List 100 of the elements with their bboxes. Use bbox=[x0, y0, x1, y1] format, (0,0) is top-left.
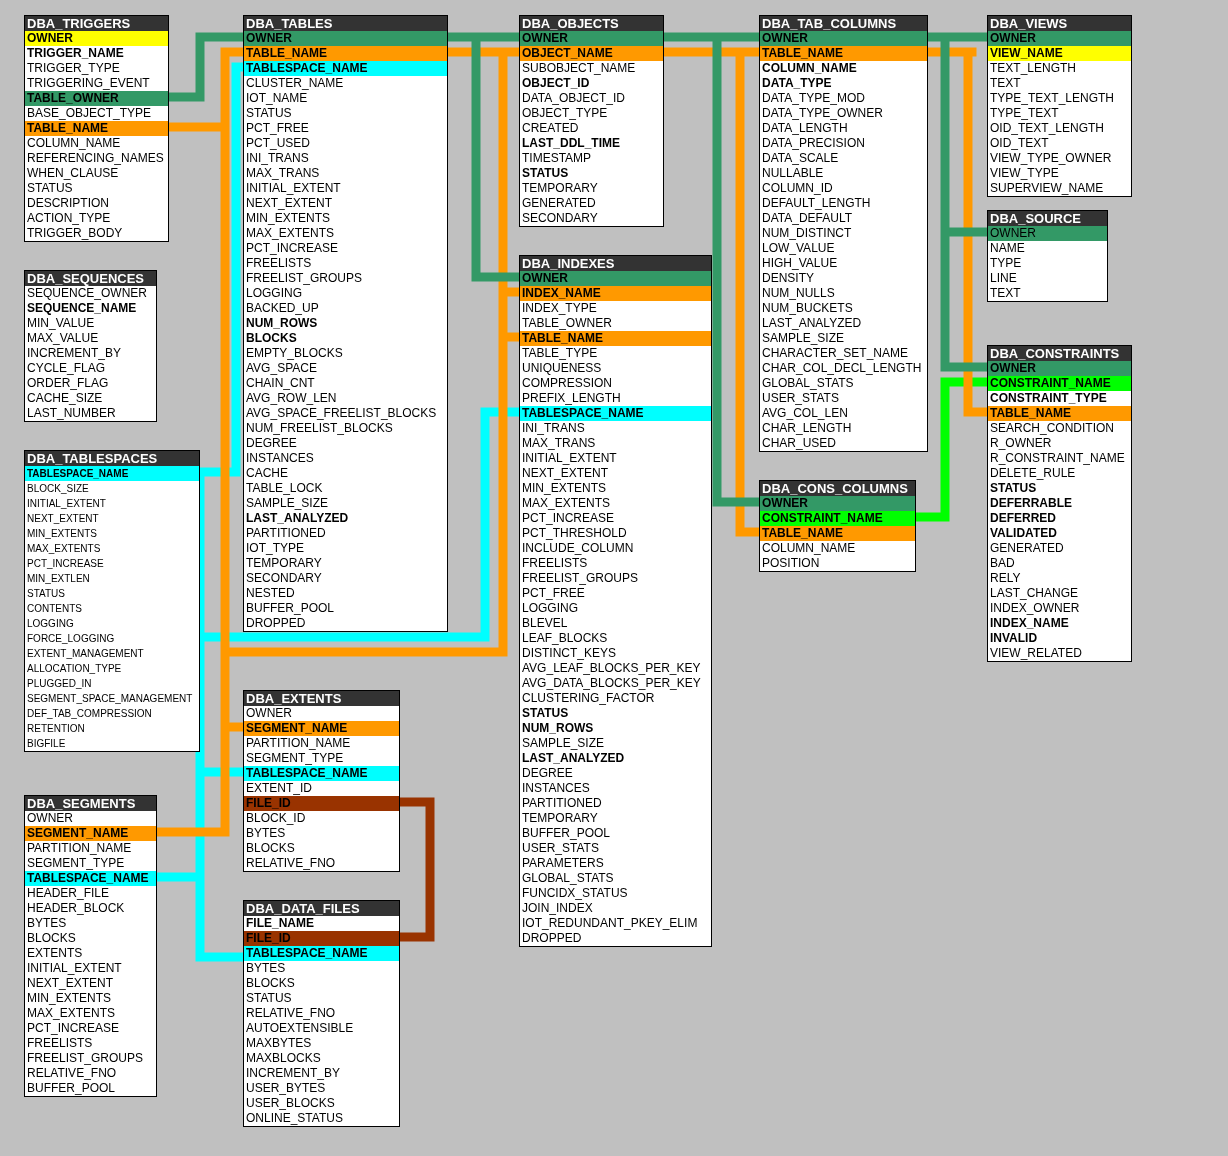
column-name: TYPE_TEXT bbox=[989, 106, 1060, 121]
column-name: NESTED bbox=[245, 586, 296, 601]
column-name: OWNER bbox=[760, 31, 927, 46]
column-name: FREELIST_GROUPS bbox=[26, 1051, 145, 1066]
column-name: STATUS bbox=[26, 181, 74, 196]
column-name: INSTANCES bbox=[521, 781, 591, 796]
column-name: GENERATED bbox=[521, 196, 597, 211]
column-name: BACKED_UP bbox=[245, 301, 320, 316]
column-name: TABLE_NAME bbox=[25, 121, 168, 136]
column-name: CHARACTER_SET_NAME bbox=[761, 346, 910, 361]
column-name: TRIGGER_BODY bbox=[26, 226, 124, 241]
column-name: DELETE_RULE bbox=[989, 466, 1077, 481]
column-name: TABLE_NAME bbox=[760, 526, 915, 541]
column-name: CACHE_SIZE bbox=[26, 391, 104, 406]
column-name: TABLESPACE_NAME bbox=[244, 766, 399, 781]
column-name: AVG_SPACE bbox=[245, 361, 318, 376]
column-name: VIEW_TYPE bbox=[989, 166, 1060, 181]
column-name: SECONDARY bbox=[521, 211, 599, 226]
column-name: OID_TEXT bbox=[989, 136, 1050, 151]
column-name: MIN_VALUE bbox=[26, 316, 96, 331]
column-name: DATA_TYPE_OWNER bbox=[761, 106, 884, 121]
column-name: BLOCKS bbox=[245, 331, 298, 346]
column-name: PCT_USED bbox=[245, 136, 311, 151]
column-name: OBJECT_NAME bbox=[520, 46, 663, 61]
column-name: INSTANCES bbox=[245, 451, 315, 466]
column-name: AVG_SPACE_FREELIST_BLOCKS bbox=[245, 406, 438, 421]
column-name: DEGREE bbox=[245, 436, 298, 451]
column-name: BYTES bbox=[245, 961, 287, 976]
table-title: DBA_TAB_COLUMNS bbox=[760, 16, 927, 31]
column-name: CHAIN_CNT bbox=[245, 376, 316, 391]
column-name: MAX_TRANS bbox=[521, 436, 597, 451]
column-name: MAX_EXTENTS bbox=[26, 1006, 117, 1021]
column-name: NAME bbox=[989, 241, 1026, 256]
column-name: VIEW_RELATED bbox=[989, 646, 1083, 661]
column-name: VALIDATED bbox=[989, 526, 1058, 541]
column-name: PCT_FREE bbox=[521, 586, 586, 601]
column-name: TEMPORARY bbox=[521, 811, 599, 826]
column-name: STATUS bbox=[521, 166, 570, 181]
table-title: DBA_INDEXES bbox=[520, 256, 711, 271]
table-title: DBA_DATA_FILES bbox=[244, 901, 399, 916]
column-name: CONSTRAINT_NAME bbox=[760, 511, 915, 526]
column-name: FREELISTS bbox=[245, 256, 313, 271]
column-name: BUFFER_POOL bbox=[26, 1081, 117, 1096]
column-name: MIN_EXTENTS bbox=[521, 481, 607, 496]
column-name: BYTES bbox=[26, 916, 68, 931]
column-name: SEGMENT_NAME bbox=[244, 721, 399, 736]
column-name: TABLE_TYPE bbox=[521, 346, 599, 361]
column-name: OBJECT_ID bbox=[521, 76, 591, 91]
column-name: PCT_INCREASE bbox=[26, 1021, 121, 1036]
column-name: FREELIST_GROUPS bbox=[245, 271, 364, 286]
column-name: AVG_DATA_BLOCKS_PER_KEY bbox=[521, 676, 702, 691]
table-title: DBA_SEGMENTS bbox=[25, 796, 156, 811]
column-name: TABLE_NAME bbox=[520, 331, 711, 346]
column-name: OWNER bbox=[26, 811, 74, 826]
column-name: TEXT bbox=[989, 286, 1022, 301]
column-name: OWNER bbox=[520, 271, 711, 286]
column-name: CONTENTS bbox=[26, 602, 83, 616]
column-name: SAMPLE_SIZE bbox=[761, 331, 846, 346]
column-name: GLOBAL_STATS bbox=[761, 376, 855, 391]
column-name: TABLESPACE_NAME bbox=[244, 61, 447, 76]
column-name: AVG_LEAF_BLOCKS_PER_KEY bbox=[521, 661, 702, 676]
table-title: DBA_TRIGGERS bbox=[25, 16, 168, 31]
column-name: CHAR_LENGTH bbox=[761, 421, 853, 436]
column-name: INI_TRANS bbox=[245, 151, 310, 166]
column-name: HIGH_VALUE bbox=[761, 256, 839, 271]
column-name: R_CONSTRAINT_NAME bbox=[989, 451, 1126, 466]
column-name: PCT_FREE bbox=[245, 121, 310, 136]
column-name: PARTITIONED bbox=[245, 526, 327, 541]
column-name: SEARCH_CONDITION bbox=[989, 421, 1115, 436]
column-name: PCT_THRESHOLD bbox=[521, 526, 628, 541]
column-name: MIN_EXTENTS bbox=[26, 991, 112, 1006]
column-name: BIGFILE bbox=[26, 737, 67, 751]
column-name: TABLE_OWNER bbox=[521, 316, 613, 331]
column-name: NEXT_EXTENT bbox=[245, 196, 333, 211]
column-name: MAX_TRANS bbox=[245, 166, 321, 181]
column-name: INDEX_NAME bbox=[989, 616, 1070, 631]
column-name: LOW_VALUE bbox=[761, 241, 836, 256]
column-name: INDEX_TYPE bbox=[521, 301, 598, 316]
column-name: COLUMN_ID bbox=[761, 181, 834, 196]
column-name: OBJECT_TYPE bbox=[521, 106, 609, 121]
table-title: DBA_EXTENTS bbox=[244, 691, 399, 706]
column-name: DEGREE bbox=[521, 766, 574, 781]
table-title: DBA_SEQUENCES bbox=[25, 271, 156, 286]
column-name: PARTITION_NAME bbox=[245, 736, 352, 751]
column-name: OWNER bbox=[245, 706, 293, 721]
column-name: OWNER bbox=[988, 361, 1131, 376]
column-name: COLUMN_NAME bbox=[761, 541, 857, 556]
column-name: FREELIST_GROUPS bbox=[521, 571, 640, 586]
column-name: DEFERRABLE bbox=[989, 496, 1073, 511]
column-name: PCT_INCREASE bbox=[245, 241, 340, 256]
column-name: LOGGING bbox=[245, 286, 303, 301]
column-name: COLUMN_NAME bbox=[26, 136, 122, 151]
column-name: PREFIX_LENGTH bbox=[521, 391, 622, 406]
column-name: GENERATED bbox=[989, 541, 1065, 556]
column-name: CACHE bbox=[245, 466, 289, 481]
column-name: USER_STATS bbox=[521, 841, 600, 856]
column-name: TRIGGER_NAME bbox=[26, 46, 125, 61]
column-name: FILE_NAME bbox=[245, 916, 315, 931]
column-name: OWNER bbox=[244, 31, 447, 46]
column-name: DATA_OBJECT_ID bbox=[521, 91, 626, 106]
